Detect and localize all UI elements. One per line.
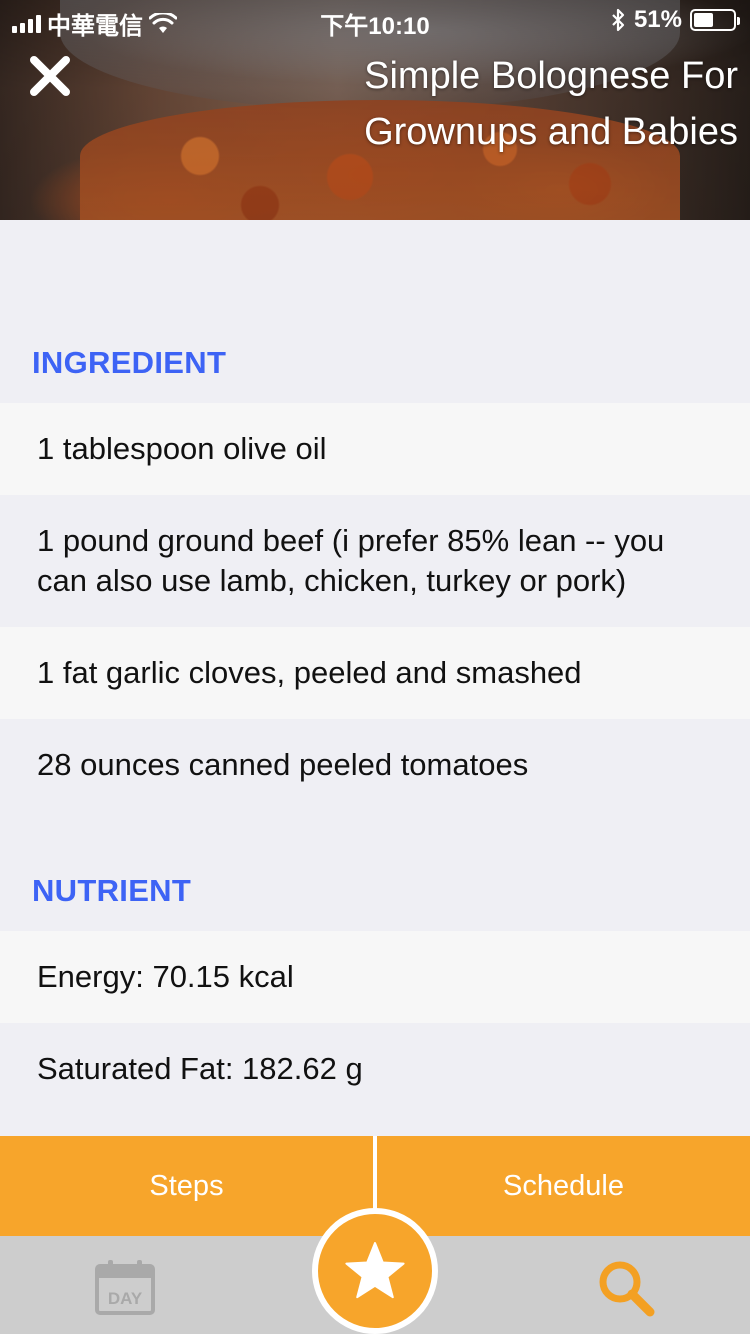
- status-right: 51%: [610, 6, 740, 34]
- steps-button[interactable]: Steps: [0, 1136, 373, 1236]
- ingredient-item: 28 ounces canned peeled tomatoes: [0, 719, 750, 811]
- schedule-button[interactable]: Schedule: [377, 1136, 750, 1236]
- ingredient-item: 1 tablespoon olive oil: [0, 403, 750, 495]
- ingredient-list: 1 tablespoon olive oil 1 pound ground be…: [0, 403, 750, 811]
- close-button[interactable]: [26, 52, 74, 100]
- bluetooth-icon: [612, 8, 625, 32]
- battery-fill: [694, 13, 714, 27]
- search-icon: [599, 1261, 655, 1317]
- ingredient-item: 1 fat garlic cloves, peeled and smashed: [0, 627, 750, 719]
- battery-percent: 51%: [633, 6, 682, 33]
- star-icon: [345, 1242, 405, 1299]
- recipe-content: INGREDIENT 1 tablespoon olive oil 1 poun…: [0, 220, 750, 1136]
- day-label: DAY: [108, 1289, 143, 1308]
- calendar-day-icon: DAY: [95, 1260, 155, 1315]
- nutrient-item: Energy: 70.15 kcal: [0, 931, 750, 1023]
- nutrient-list: Energy: 70.15 kcal Saturated Fat: 182.62…: [0, 931, 750, 1115]
- close-icon: [30, 56, 70, 96]
- status-bar: 中華電信 下午10:10 51%: [0, 0, 750, 40]
- nutrient-heading: NUTRIENT: [32, 873, 192, 908]
- favorite-button[interactable]: [312, 1208, 438, 1334]
- recipe-title: Simple Bolognese For Grownups and Babies: [364, 55, 738, 153]
- ingredient-item: 1 pound ground beef (i prefer 85% lean -…: [0, 495, 750, 627]
- tab-day[interactable]: DAY: [94, 1258, 156, 1316]
- tab-search[interactable]: [596, 1258, 656, 1318]
- battery-icon: [690, 9, 740, 31]
- nutrient-item: Saturated Fat: 182.62 g: [0, 1023, 750, 1115]
- ingredient-heading: INGREDIENT: [32, 345, 227, 380]
